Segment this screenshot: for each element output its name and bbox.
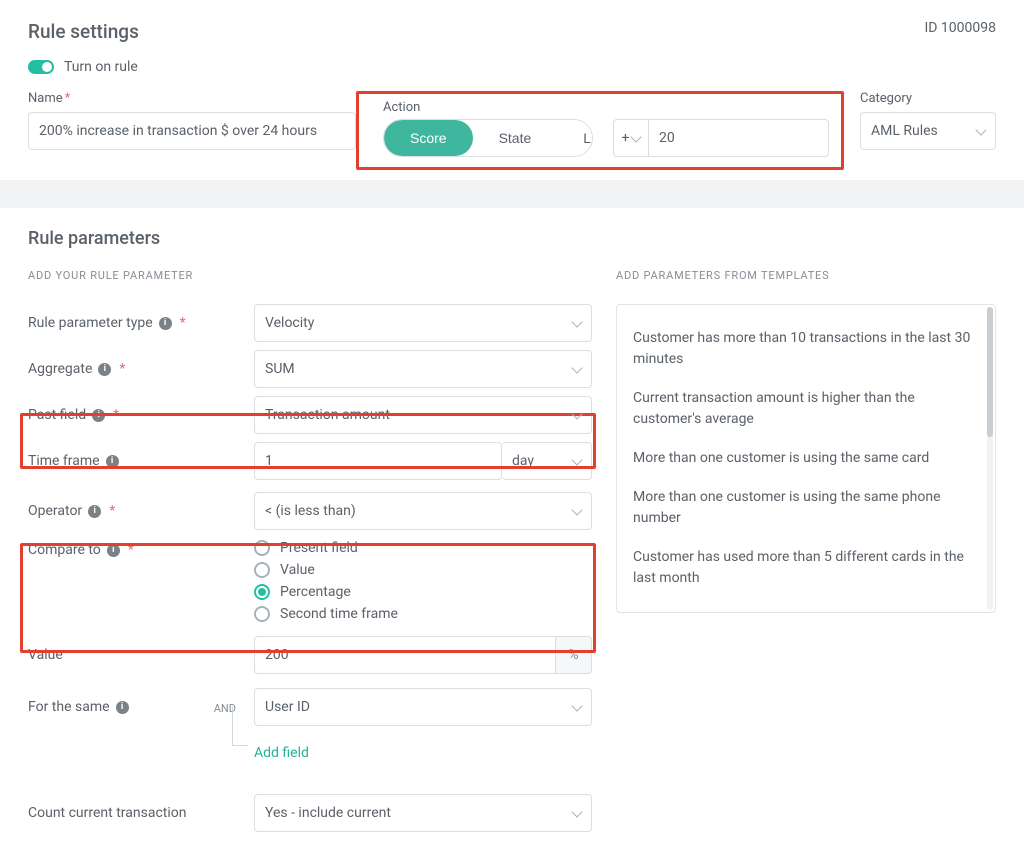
category-select[interactable]: AML Rules	[860, 112, 996, 150]
count-current-select[interactable]: Yes - include current	[254, 794, 592, 832]
info-icon[interactable]: i	[92, 409, 105, 422]
past-field-select[interactable]: Transaction amount	[254, 396, 592, 434]
operator-label: Operator i *	[28, 503, 254, 519]
name-input[interactable]: 200% increase in transaction $ over 24 h…	[28, 112, 356, 150]
template-item[interactable]: Current transaction amount is higher tha…	[633, 379, 979, 439]
chevron-down-icon	[571, 454, 582, 465]
for-same-select[interactable]: User ID	[254, 688, 592, 726]
radio-label: Percentage	[280, 584, 351, 600]
add-field-link[interactable]: Add field	[254, 745, 309, 761]
radio-label: Present field	[280, 540, 358, 556]
template-item[interactable]: Customer has used more than 5 different …	[633, 538, 979, 598]
rule-id: ID 1000098	[924, 20, 996, 36]
chevron-down-icon	[571, 316, 582, 327]
score-operator-select[interactable]: +	[613, 119, 649, 157]
chevron-down-icon	[571, 806, 582, 817]
chevron-down-icon	[631, 131, 642, 142]
type-label: Rule parameter type i *	[28, 315, 254, 331]
value-input[interactable]: 200	[254, 636, 556, 674]
template-item[interactable]: More than one customer is using the same…	[633, 478, 979, 538]
past-field-label: Past field i *	[28, 407, 254, 423]
turn-on-rule-toggle[interactable]	[28, 60, 54, 74]
action-tabs: Score State List	[383, 119, 593, 157]
name-label: Name*	[28, 91, 356, 106]
chevron-down-icon	[571, 362, 582, 373]
info-icon[interactable]: i	[106, 455, 119, 468]
operator-select[interactable]: < (is less than)	[254, 492, 592, 530]
for-the-same-label: For the same i AND	[28, 699, 254, 715]
radio-label: Second time frame	[280, 606, 398, 622]
page-title: Rule settings	[28, 20, 139, 43]
count-current-label: Count current transaction	[28, 805, 254, 821]
score-value-input[interactable]: 20	[649, 119, 829, 157]
category-label: Category	[860, 91, 996, 106]
radio-value[interactable]: Value	[254, 562, 592, 578]
tab-list[interactable]: List	[557, 120, 593, 156]
time-frame-input[interactable]: 1	[254, 442, 502, 480]
radio-percentage[interactable]: Percentage	[254, 584, 592, 600]
percent-suffix: %	[556, 636, 592, 674]
template-item[interactable]: Customer has more than 10 transactions i…	[633, 319, 979, 379]
info-icon[interactable]: i	[116, 701, 129, 714]
aggregate-select[interactable]: SUM	[254, 350, 592, 388]
toggle-label: Turn on rule	[64, 59, 138, 75]
time-frame-label: Time frame i	[28, 453, 254, 469]
add-parameter-heading: Add your rule parameter	[28, 269, 592, 282]
radio-present-field[interactable]: Present field	[254, 540, 592, 556]
info-icon[interactable]: i	[88, 505, 101, 518]
tab-state[interactable]: State	[473, 120, 558, 156]
radio-second-time-frame[interactable]: Second time frame	[254, 606, 592, 622]
value-label: Value	[28, 647, 254, 663]
chevron-down-icon	[571, 700, 582, 711]
scrollbar-thumb[interactable]	[987, 307, 993, 437]
template-item[interactable]: More than one customer is using the same…	[633, 439, 979, 478]
rule-parameters-title: Rule parameters	[28, 228, 996, 249]
compare-to-label: Compare to i *	[28, 538, 254, 558]
chevron-down-icon	[975, 124, 986, 135]
radio-label: Value	[280, 562, 315, 578]
info-icon[interactable]: i	[107, 544, 120, 557]
tab-score[interactable]: Score	[384, 120, 473, 156]
action-label: Action	[383, 100, 829, 115]
parameter-type-select[interactable]: Velocity	[254, 304, 592, 342]
info-icon[interactable]: i	[159, 317, 172, 330]
templates-heading: Add parameters from templates	[616, 269, 996, 282]
templates-list: Customer has more than 10 transactions i…	[616, 304, 996, 613]
chevron-down-icon	[571, 408, 582, 419]
aggregate-label: Aggregate i *	[28, 361, 254, 377]
time-frame-unit-select[interactable]: day	[502, 442, 592, 480]
chevron-down-icon	[571, 504, 582, 515]
info-icon[interactable]: i	[98, 363, 111, 376]
